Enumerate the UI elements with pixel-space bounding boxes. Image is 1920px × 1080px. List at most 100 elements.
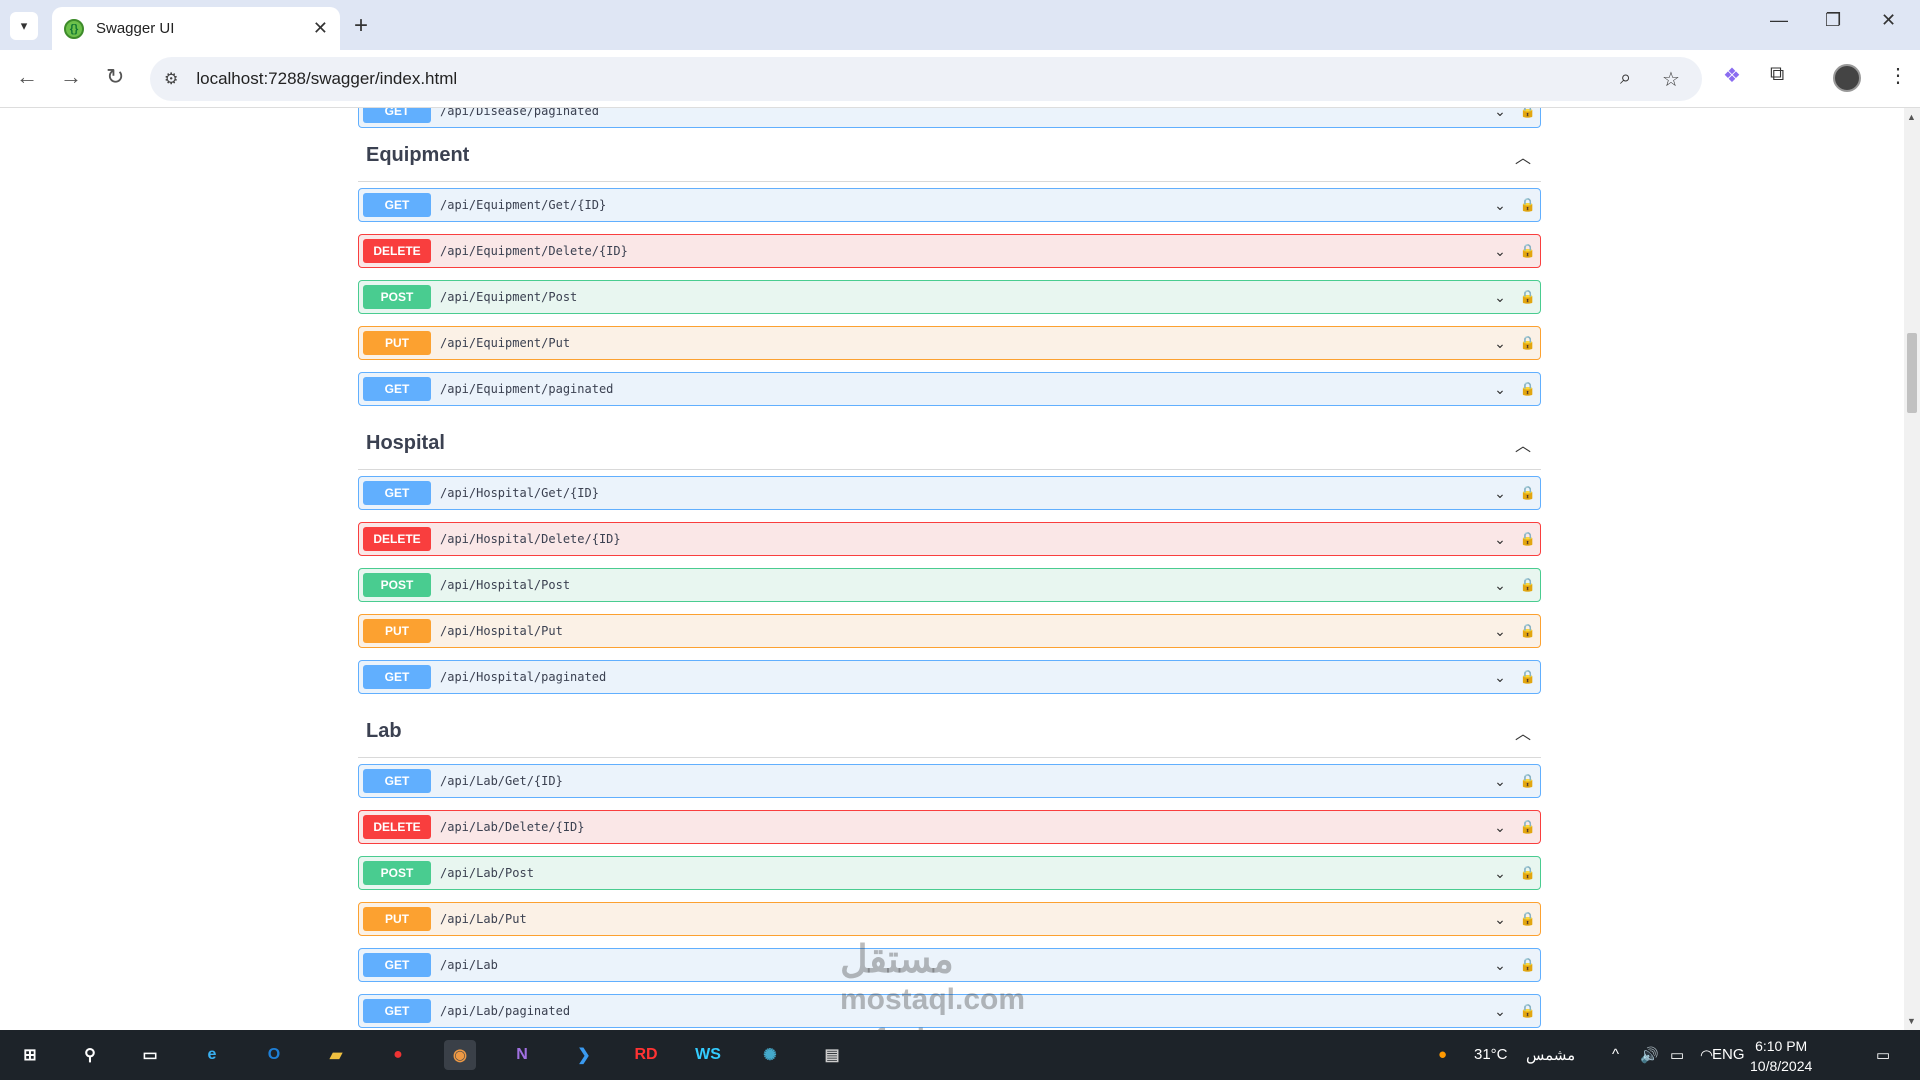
notifications-icon[interactable]: ▭ — [1876, 1046, 1890, 1064]
chevron-up-icon[interactable]: ︿ — [1515, 432, 1531, 456]
lock-icon[interactable]: 🔒 — [1520, 289, 1536, 305]
vscode-icon[interactable]: ❯ — [568, 1040, 600, 1070]
opblock-previous[interactable]: GET /api/Disease/paginated ⌄ 🔒 — [358, 108, 1541, 128]
opblock[interactable]: POST/api/Equipment/Post ⌄ 🔒 — [358, 280, 1541, 314]
scroll-down-icon[interactable]: ▼ — [1907, 1016, 1916, 1026]
opblock[interactable]: GET/api/Equipment/Get/{ID} ⌄ 🔒 — [358, 188, 1541, 222]
scroll-thumb[interactable] — [1907, 333, 1917, 413]
section-header[interactable]: Lab ︿ — [358, 706, 1541, 758]
lock-icon[interactable]: 🔒 — [1520, 669, 1536, 685]
back-icon[interactable]: ← — [16, 64, 38, 90]
lock-icon[interactable]: 🔒 — [1520, 335, 1536, 351]
opblock[interactable]: DELETE/api/Lab/Delete/{ID} ⌄ 🔒 — [358, 810, 1541, 844]
lock-icon[interactable]: 🔒 — [1520, 819, 1536, 835]
opblock[interactable]: GET/api/Hospital/paginated ⌄ 🔒 — [358, 660, 1541, 694]
chevron-down-icon[interactable]: ⌄ — [1494, 335, 1506, 352]
opblock[interactable]: POST/api/Lab/Post ⌄ 🔒 — [358, 856, 1541, 890]
opblock[interactable]: GET/api/Equipment/paginated ⌄ 🔒 — [358, 372, 1541, 406]
language-indicator[interactable]: ENG — [1712, 1046, 1745, 1063]
task-view-icon[interactable]: ▭ — [134, 1040, 166, 1070]
lock-icon[interactable]: 🔒 — [1520, 243, 1536, 259]
lock-icon[interactable]: 🔒 — [1520, 865, 1536, 881]
page-scrollbar[interactable]: ▲ ▼ — [1904, 108, 1920, 1030]
webstorm-icon[interactable]: WS — [692, 1040, 724, 1070]
chevron-up-icon[interactable]: ︿ — [1515, 144, 1531, 168]
rider-icon[interactable]: RD — [630, 1040, 662, 1070]
site-info-icon[interactable]: ⚙ — [164, 69, 178, 89]
address-bar[interactable]: ⚙ localhost:7288/swagger/index.html ⌕ ☆ — [150, 57, 1702, 101]
chevron-down-icon[interactable]: ⌄ — [1494, 773, 1506, 790]
menu-kebab-icon[interactable]: ⋮ — [1888, 63, 1908, 88]
search-icon[interactable]: ⚲ — [74, 1040, 106, 1070]
tab-search-button[interactable]: ▾ — [10, 12, 38, 40]
close-tab-icon[interactable]: ✕ — [313, 18, 328, 39]
chevron-down-icon[interactable]: ⌄ — [1494, 1003, 1506, 1020]
bookmark-star-icon[interactable]: ☆ — [1662, 67, 1680, 92]
clock[interactable]: 6:10 PM 10/8/2024 — [1750, 1036, 1812, 1076]
tray-chevron-icon[interactable]: ^ — [1612, 1046, 1619, 1063]
zoom-icon[interactable]: ⌕ — [1620, 67, 1631, 90]
opblock[interactable]: DELETE/api/Hospital/Delete/{ID} ⌄ 🔒 — [358, 522, 1541, 556]
opblock[interactable]: GET/api/Lab/Get/{ID} ⌄ 🔒 — [358, 764, 1541, 798]
volume-icon[interactable]: 🔊 — [1640, 1046, 1659, 1064]
browser-tab-active[interactable]: {} Swagger UI ✕ — [52, 7, 340, 50]
app-red-icon[interactable]: ● — [382, 1040, 414, 1070]
minimize-icon[interactable]: — — [1770, 10, 1788, 31]
file-explorer-icon[interactable]: ▰ — [320, 1040, 352, 1070]
chevron-down-icon[interactable]: ⌄ — [1494, 531, 1506, 548]
new-tab-button[interactable]: + — [354, 12, 368, 40]
chevron-down-icon[interactable]: ⌄ — [1494, 865, 1506, 882]
lock-icon[interactable]: 🔒 — [1520, 531, 1536, 547]
chevron-down-icon[interactable]: ⌄ — [1494, 381, 1506, 398]
windows-start-icon[interactable]: ⊞ — [14, 1040, 46, 1070]
reload-icon[interactable]: ↻ — [106, 64, 124, 90]
extensions-icon[interactable]: ⧉ — [1770, 63, 1784, 86]
profile-avatar[interactable] — [1833, 64, 1861, 92]
chevron-down-icon[interactable]: ⌄ — [1494, 669, 1506, 686]
chevron-down-icon[interactable]: ⌄ — [1494, 108, 1506, 120]
outlook-icon[interactable]: O — [258, 1040, 290, 1070]
scroll-up-icon[interactable]: ▲ — [1907, 112, 1916, 122]
chevron-down-icon[interactable]: ⌄ — [1494, 243, 1506, 260]
lock-icon[interactable]: 🔒 — [1520, 957, 1536, 973]
chrome-icon[interactable]: ◉ — [444, 1040, 476, 1070]
opblock[interactable]: DELETE/api/Equipment/Delete/{ID} ⌄ 🔒 — [358, 234, 1541, 268]
close-window-icon[interactable]: ✕ — [1881, 10, 1896, 31]
edge-icon[interactable]: e — [196, 1040, 228, 1070]
section-header[interactable]: Hospital ︿ — [358, 418, 1541, 470]
chevron-down-icon[interactable]: ⌄ — [1494, 197, 1506, 214]
opblock[interactable]: PUT/api/Hospital/Put ⌄ 🔒 — [358, 614, 1541, 648]
section-header[interactable]: Equipment ︿ — [358, 130, 1541, 182]
lock-icon[interactable]: 🔒 — [1520, 623, 1536, 639]
app-blue-icon[interactable]: ✺ — [754, 1040, 786, 1070]
forward-icon[interactable]: → — [60, 64, 82, 90]
opblock[interactable]: PUT/api/Lab/Put ⌄ 🔒 — [358, 902, 1541, 936]
opblock[interactable]: POST/api/Hospital/Post ⌄ 🔒 — [358, 568, 1541, 602]
lock-icon[interactable]: 🔒 — [1520, 1003, 1536, 1019]
chevron-up-icon[interactable]: ︿ — [1515, 720, 1531, 744]
weather-icon[interactable]: ● — [1438, 1046, 1447, 1063]
chevron-down-icon[interactable]: ⌄ — [1494, 485, 1506, 502]
weather-text[interactable]: مشمس — [1526, 1046, 1575, 1064]
lock-icon[interactable]: 🔒 — [1520, 381, 1536, 397]
opblock[interactable]: PUT/api/Equipment/Put ⌄ 🔒 — [358, 326, 1541, 360]
chevron-down-icon[interactable]: ⌄ — [1494, 577, 1506, 594]
terminal-icon[interactable]: ▤ — [816, 1040, 848, 1070]
lock-icon[interactable]: 🔒 — [1520, 911, 1536, 927]
chevron-down-icon[interactable]: ⌄ — [1494, 819, 1506, 836]
lock-icon[interactable]: 🔒 — [1520, 577, 1536, 593]
chevron-down-icon[interactable]: ⌄ — [1494, 623, 1506, 640]
chevron-down-icon[interactable]: ⌄ — [1494, 911, 1506, 928]
lock-icon[interactable]: 🔒 — [1520, 197, 1536, 213]
lock-icon[interactable]: 🔒 — [1520, 485, 1536, 501]
opblock[interactable]: GET/api/Hospital/Get/{ID} ⌄ 🔒 — [358, 476, 1541, 510]
chevron-down-icon[interactable]: ⌄ — [1494, 957, 1506, 974]
copilot-icon[interactable]: ❖ — [1723, 63, 1741, 88]
restore-icon[interactable]: ❐ — [1825, 10, 1841, 31]
battery-icon[interactable]: ▭ — [1670, 1046, 1684, 1064]
lock-icon[interactable]: 🔒 — [1520, 108, 1536, 119]
weather-temp[interactable]: 31°C — [1474, 1046, 1508, 1063]
lock-icon[interactable]: 🔒 — [1520, 773, 1536, 789]
visual-studio-icon[interactable]: N — [506, 1040, 538, 1070]
chevron-down-icon[interactable]: ⌄ — [1494, 289, 1506, 306]
